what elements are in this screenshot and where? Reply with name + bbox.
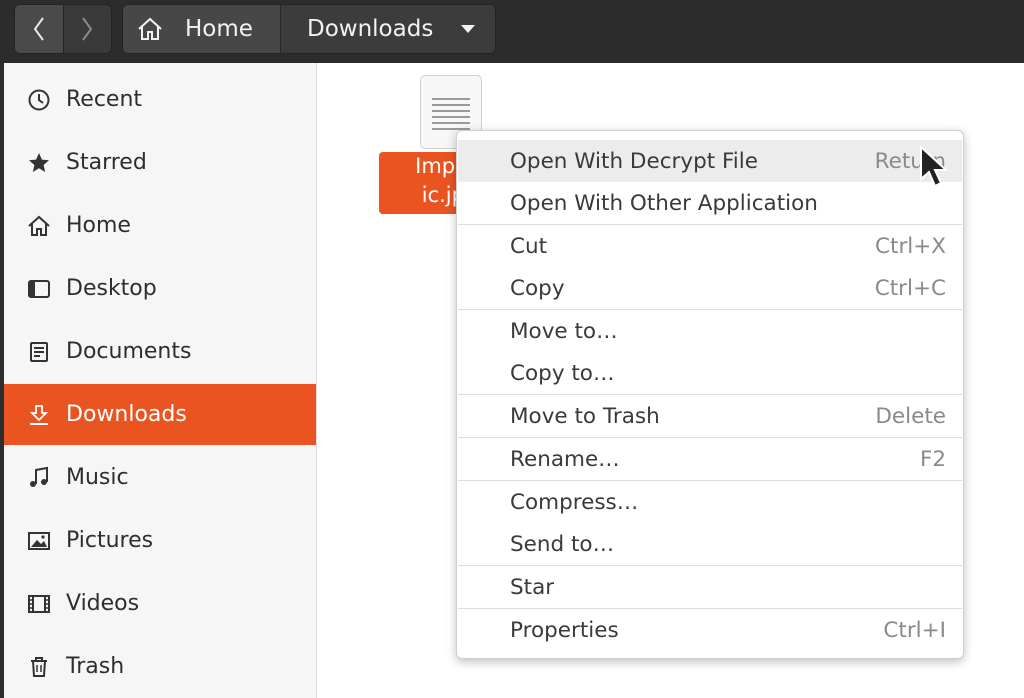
picture-icon (26, 528, 52, 554)
menu-item-star[interactable]: Star (458, 566, 962, 608)
context-menu: Open With Decrypt File Return Open With … (456, 130, 964, 659)
back-button[interactable] (15, 5, 64, 53)
sidebar-item-label: Trash (66, 654, 125, 679)
menu-item-label: Open With Other Application (510, 190, 818, 216)
menu-item-label: Cut (510, 233, 548, 259)
menu-item-label: Open With Decrypt File (510, 148, 758, 174)
menu-item-accelerator: Ctrl+I (883, 617, 946, 643)
trash-icon (26, 654, 52, 680)
forward-button[interactable] (64, 5, 112, 53)
sidebar-item-label: Home (66, 213, 131, 238)
music-icon (26, 465, 52, 491)
chevron-right-icon (82, 17, 93, 41)
sidebar: Recent Starred Home Desktop Documents Do… (4, 63, 317, 698)
home-icon (137, 17, 163, 41)
star-icon (26, 150, 52, 176)
sidebar-item-label: Recent (66, 87, 143, 112)
download-icon (26, 402, 52, 428)
sidebar-item-label: Videos (66, 591, 140, 616)
sidebar-item-recent[interactable]: Recent (4, 69, 316, 130)
header-bar: Home Downloads (0, 0, 1024, 63)
home-icon (26, 213, 52, 239)
navigation-buttons (14, 4, 112, 54)
menu-item-label: Star (510, 574, 555, 600)
breadcrumb-home-label: Home (185, 16, 253, 42)
document-icon (26, 339, 52, 365)
clock-icon (26, 87, 52, 113)
menu-item-accelerator: F2 (919, 446, 946, 472)
sidebar-item-trash[interactable]: Trash (4, 636, 316, 697)
chevron-left-icon (33, 17, 44, 41)
menu-item-label: Move to Trash (510, 403, 660, 429)
sidebar-item-starred[interactable]: Starred (4, 132, 316, 193)
menu-item-open-with-other-application[interactable]: Open With Other Application (458, 182, 962, 224)
menu-item-accelerator: Delete (875, 403, 946, 429)
menu-item-copy-to[interactable]: Copy to… (458, 352, 962, 394)
menu-item-properties[interactable]: Properties Ctrl+I (458, 609, 962, 651)
menu-item-move-to[interactable]: Move to… (458, 310, 962, 352)
sidebar-item-label: Starred (66, 150, 147, 175)
menu-item-accelerator: Ctrl+C (874, 275, 946, 301)
sidebar-item-label: Documents (66, 339, 192, 364)
menu-item-move-to-trash[interactable]: Move to Trash Delete (458, 395, 962, 437)
menu-item-rename[interactable]: Rename… F2 (458, 438, 962, 480)
sidebar-item-label: Desktop (66, 276, 157, 301)
menu-item-accelerator: Ctrl+X (875, 233, 946, 259)
menu-item-label: Move to… (510, 318, 618, 344)
menu-item-label: Copy (510, 275, 565, 301)
menu-item-label: Copy to… (510, 360, 615, 386)
sidebar-item-home[interactable]: Home (4, 195, 316, 256)
menu-item-cut[interactable]: Cut Ctrl+X (458, 225, 962, 267)
menu-item-label: Rename… (510, 446, 620, 472)
menu-item-open-with-decrypt-file[interactable]: Open With Decrypt File Return (458, 140, 962, 182)
text-file-icon (432, 98, 470, 134)
sidebar-item-label: Downloads (66, 402, 187, 427)
mouse-pointer-icon (920, 145, 949, 188)
sidebar-item-downloads[interactable]: Downloads (4, 384, 316, 445)
sidebar-item-videos[interactable]: Videos (4, 573, 316, 634)
sidebar-item-label: Pictures (66, 528, 154, 553)
breadcrumb: Home Downloads (122, 4, 496, 54)
chevron-down-icon[interactable] (461, 24, 476, 34)
desktop-icon (26, 276, 52, 302)
menu-item-label: Send to… (510, 531, 615, 557)
menu-item-copy[interactable]: Copy Ctrl+C (458, 267, 962, 309)
breadcrumb-downloads[interactable]: Downloads (281, 5, 495, 53)
breadcrumb-downloads-label: Downloads (307, 16, 434, 42)
sidebar-item-music[interactable]: Music (4, 447, 316, 508)
menu-item-compress[interactable]: Compress… (458, 481, 962, 523)
sidebar-item-documents[interactable]: Documents (4, 321, 316, 382)
menu-item-label: Properties (510, 617, 619, 643)
breadcrumb-home[interactable]: Home (123, 5, 281, 53)
video-icon (26, 591, 52, 617)
sidebar-item-pictures[interactable]: Pictures (4, 510, 316, 571)
menu-item-label: Compress… (510, 489, 639, 515)
sidebar-item-label: Music (66, 465, 129, 490)
menu-item-send-to[interactable]: Send to… (458, 523, 962, 565)
sidebar-item-desktop[interactable]: Desktop (4, 258, 316, 319)
